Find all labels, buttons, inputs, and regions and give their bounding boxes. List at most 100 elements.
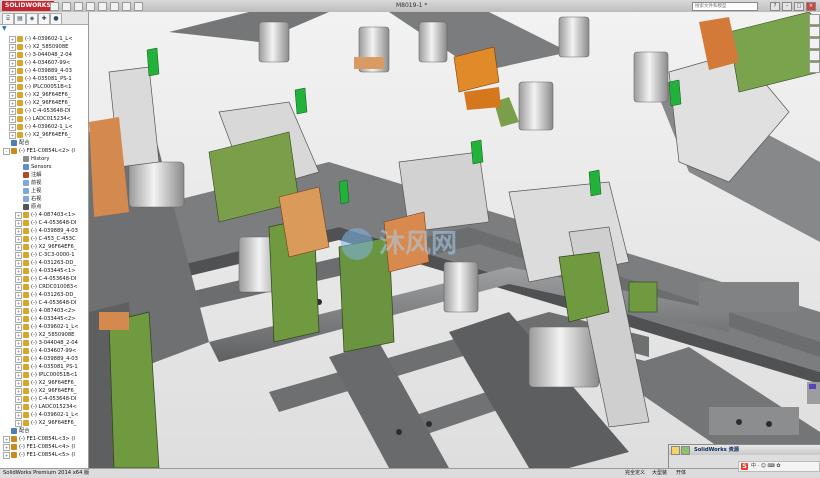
expand-icon[interactable]: +: [15, 420, 22, 427]
expand-icon[interactable]: +: [9, 100, 16, 107]
filter-icon[interactable]: ▼: [2, 25, 10, 32]
tree-item[interactable]: 注解: [0, 171, 88, 179]
tree-item[interactable]: + (-) 4-087403<1>: [0, 211, 88, 219]
expand-icon[interactable]: +: [15, 412, 22, 419]
expand-icon[interactable]: +: [15, 324, 22, 331]
expand-icon[interactable]: +: [15, 292, 22, 299]
tree-item[interactable]: + (-) C-453_C-453C: [0, 235, 88, 243]
tree-item[interactable]: + (-) 4-039889_4-03: [0, 67, 88, 75]
expand-icon[interactable]: +: [9, 68, 16, 75]
print-icon[interactable]: [86, 2, 95, 11]
search-input[interactable]: 搜索文件和模型: [692, 2, 758, 11]
expand-icon[interactable]: +: [15, 252, 22, 259]
home-icon[interactable]: [671, 446, 680, 455]
options-icon[interactable]: [134, 2, 143, 11]
expand-icon[interactable]: +: [9, 44, 16, 51]
file-explorer-icon[interactable]: [809, 38, 820, 49]
tree-item[interactable]: + (-) X2_96F64EF6_: [0, 91, 88, 99]
tree-item[interactable]: 配合: [0, 139, 88, 147]
expand-icon[interactable]: +: [15, 268, 22, 275]
expand-icon[interactable]: +: [15, 236, 22, 243]
tree-item[interactable]: + (-) 4-035081_PS-1: [0, 75, 88, 83]
tree-item[interactable]: + (-) 4-033445<1>: [0, 267, 88, 275]
expand-icon[interactable]: +: [15, 276, 22, 283]
expand-icon[interactable]: +: [15, 260, 22, 267]
display-manager-tab-icon[interactable]: ●: [50, 13, 62, 25]
undo-icon[interactable]: [98, 2, 107, 11]
expand-icon[interactable]: +: [15, 348, 22, 355]
tree-item[interactable]: + (-) 4-031263-DD_: [0, 291, 88, 299]
design-library-icon[interactable]: [809, 26, 820, 37]
expand-icon[interactable]: +: [3, 436, 10, 443]
tree-item[interactable]: + (-) 4-039889_4-03: [0, 227, 88, 235]
collapse-icon[interactable]: -: [3, 148, 10, 155]
tree-item[interactable]: + (-) 3-044048_2-04: [0, 51, 88, 59]
tree-item[interactable]: + (-) X2_96F64EF6_: [0, 419, 88, 427]
feature-tree-tab-icon[interactable]: ⌸: [2, 13, 14, 25]
ime-logo-icon[interactable]: S: [741, 463, 748, 470]
tree-item[interactable]: + (-) C-4-053648-DI: [0, 107, 88, 115]
tree-item[interactable]: + (-) FE1-C0854L<5> (I: [0, 451, 88, 459]
expand-icon[interactable]: +: [15, 388, 22, 395]
solidworks-logo[interactable]: SOLIDWORKS: [2, 1, 54, 11]
tree-item[interactable]: + (-) C-4-053648-DI: [0, 219, 88, 227]
tree-item[interactable]: History: [0, 155, 88, 163]
expand-icon[interactable]: +: [9, 124, 16, 131]
tree-item[interactable]: + (-) IPLC00051B<1: [0, 371, 88, 379]
dimxpert-tab-icon[interactable]: ✚: [38, 13, 50, 25]
refresh-icon[interactable]: [681, 446, 690, 455]
tree-item[interactable]: + (-) LADC015234<: [0, 115, 88, 123]
tree-item[interactable]: + (-) 4-034607-99<: [0, 347, 88, 355]
expand-icon[interactable]: +: [9, 116, 16, 123]
tree-item[interactable]: + (-) X2_96F64EF6_: [0, 243, 88, 251]
rebuild-icon[interactable]: [122, 2, 131, 11]
tree-item[interactable]: + (-) X2_96F64EF6_: [0, 99, 88, 107]
tree-item[interactable]: 原点: [0, 203, 88, 211]
tree-item[interactable]: 前视: [0, 179, 88, 187]
expand-icon[interactable]: +: [15, 308, 22, 315]
tree-item[interactable]: + (-) 4-039602-1_L<: [0, 35, 88, 43]
expand-icon[interactable]: +: [9, 52, 16, 59]
tree-item[interactable]: 配合: [0, 427, 88, 435]
tree-item[interactable]: + (-) 4-039602-1_L<: [0, 123, 88, 131]
tree-item[interactable]: + (-) CRDC010083<: [0, 283, 88, 291]
minimize-button[interactable]: –: [782, 2, 792, 11]
tree-item[interactable]: + (-) X2_96F64EF6_: [0, 131, 88, 139]
expand-icon[interactable]: +: [9, 60, 16, 67]
expand-icon[interactable]: +: [3, 452, 10, 459]
tree-item[interactable]: + (-) 3-044048_2-04: [0, 339, 88, 347]
tree-item[interactable]: + (-) FE1-C0854L<4> (I: [0, 443, 88, 451]
help-icon[interactable]: ?: [770, 2, 780, 11]
expand-icon[interactable]: +: [9, 132, 16, 139]
ime-toolbar[interactable]: S 中 · ☺ ⌨ ✿: [738, 461, 820, 472]
expand-icon[interactable]: +: [9, 84, 16, 91]
tree-item[interactable]: + (-) 4-033445<2>: [0, 315, 88, 323]
tree-item[interactable]: + (-) 4-031263-DD_: [0, 259, 88, 267]
expand-icon[interactable]: +: [15, 228, 22, 235]
tree-item[interactable]: + (-) C-4-053648-DI: [0, 275, 88, 283]
view-palette-icon[interactable]: [809, 50, 820, 61]
expand-icon[interactable]: +: [15, 340, 22, 347]
expand-icon[interactable]: +: [15, 372, 22, 379]
tree-item[interactable]: + (-) X2_5850908E: [0, 331, 88, 339]
tree-item[interactable]: + (-) 4-087403<2>: [0, 307, 88, 315]
tree-item[interactable]: 上视: [0, 187, 88, 195]
select-icon[interactable]: [110, 2, 119, 11]
tree-item[interactable]: + (-) 4-034607-99<: [0, 59, 88, 67]
tree-item[interactable]: Sensors: [0, 163, 88, 171]
graphics-viewport[interactable]: 沐风网: [89, 12, 820, 468]
expand-icon[interactable]: +: [15, 300, 22, 307]
open-icon[interactable]: [62, 2, 71, 11]
resources-icon[interactable]: [809, 14, 820, 25]
expand-icon[interactable]: +: [15, 356, 22, 363]
expand-icon[interactable]: +: [15, 332, 22, 339]
configuration-tab-icon[interactable]: ◈: [26, 13, 38, 25]
expand-icon[interactable]: +: [15, 212, 22, 219]
close-button[interactable]: ×: [806, 2, 816, 11]
tree-item[interactable]: + (-) C-4-053648-DI: [0, 395, 88, 403]
tree-item[interactable]: + (-) 4-039602-1_L<: [0, 323, 88, 331]
tree-item[interactable]: + (-) LADC015234<: [0, 403, 88, 411]
new-document-icon[interactable]: [50, 2, 59, 11]
expand-icon[interactable]: +: [15, 244, 22, 251]
expand-icon[interactable]: +: [15, 396, 22, 403]
